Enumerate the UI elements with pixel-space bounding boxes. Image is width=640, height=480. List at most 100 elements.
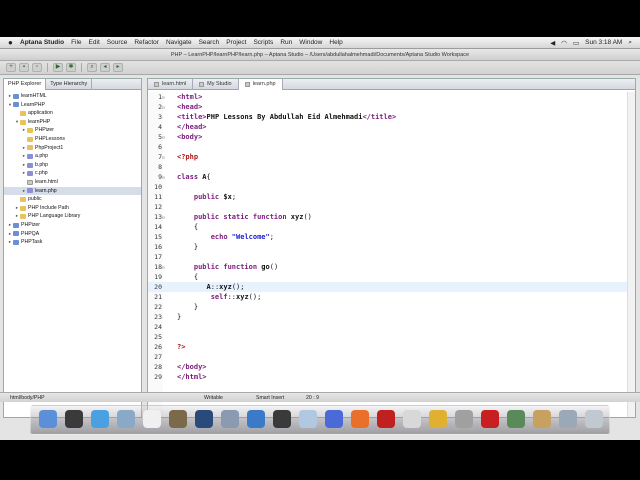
new-icon[interactable]: + xyxy=(6,63,16,72)
utilities-icon[interactable] xyxy=(221,410,239,428)
finder-icon[interactable] xyxy=(39,410,57,428)
facetime-icon[interactable] xyxy=(377,410,395,428)
tab-php-explorer[interactable]: PHP Explorer xyxy=(4,78,47,90)
preview-icon[interactable] xyxy=(299,410,317,428)
tree-item[interactable]: ▾ learnPHP xyxy=(4,118,141,127)
menubar-clock[interactable]: Sun 3:18 AM xyxy=(585,39,622,46)
apple-icon[interactable]: ● xyxy=(8,38,20,47)
tree-item[interactable]: ▸ learn.php xyxy=(4,186,141,196)
spotlight-icon[interactable]: ⌕ xyxy=(628,39,632,47)
save-icon[interactable]: ▪ xyxy=(19,63,29,72)
dashboard-icon[interactable] xyxy=(65,410,83,428)
bluetooth-icon[interactable] xyxy=(325,410,343,428)
tree-item[interactable]: ▸ PHP Include Path xyxy=(4,204,141,213)
tab-my-studio[interactable]: My Studio xyxy=(193,78,239,90)
safari-icon[interactable] xyxy=(91,410,109,428)
editor-vertical-scrollbar[interactable] xyxy=(627,92,635,417)
code-line[interactable]: 29 </html> xyxy=(148,372,635,382)
menu-file[interactable]: File xyxy=(71,39,81,46)
search-icon[interactable]: ⌕ xyxy=(87,63,97,72)
code-line[interactable]: 19 { xyxy=(148,272,635,282)
itunes-icon[interactable] xyxy=(247,410,265,428)
tree-item[interactable]: learn.html xyxy=(4,178,141,187)
tab-learn-html[interactable]: learn.html xyxy=(148,78,194,90)
menu-app-name[interactable]: Aptana Studio xyxy=(20,39,64,46)
debug-icon[interactable]: ✱ xyxy=(66,63,76,72)
trash-icon[interactable] xyxy=(585,410,603,428)
folder-icon[interactable] xyxy=(533,410,551,428)
code-line[interactable]: 9⊟ class A{ xyxy=(148,172,635,182)
code-line[interactable]: 20 A::xyz(); xyxy=(148,282,635,292)
volume-icon[interactable]: ◀ xyxy=(550,39,555,47)
tree-item[interactable]: PHPLessons xyxy=(4,135,141,144)
menu-project[interactable]: Project xyxy=(226,39,246,46)
code-line[interactable]: 11 public $x; xyxy=(148,192,635,202)
code-line[interactable]: 5⊟ <body> xyxy=(148,132,635,142)
tree-item[interactable]: application xyxy=(4,109,141,118)
menu-refactor[interactable]: Refactor xyxy=(134,39,159,46)
code-line[interactable]: 16 } xyxy=(148,242,635,252)
code-line[interactable]: 3 <title>PHP Lessons By Abdullah Eid Alme… xyxy=(148,112,635,122)
app-icon[interactable] xyxy=(507,410,525,428)
print-icon[interactable]: ▫ xyxy=(32,63,42,72)
code-line[interactable]: 14 { xyxy=(148,222,635,232)
code-line[interactable]: 13⊟ public static function xyz() xyxy=(148,212,635,222)
tree-item[interactable]: ▸ PHPTask xyxy=(4,238,141,247)
tree-item[interactable]: ▾ LearnPHP xyxy=(4,101,141,110)
tab-learn-php[interactable]: learn.php xyxy=(238,78,283,90)
run-icon[interactable]: ▶ xyxy=(53,63,63,72)
menu-source[interactable]: Source xyxy=(107,39,128,46)
menu-edit[interactable]: Edit xyxy=(89,39,100,46)
code-line[interactable]: 7⊟ <?php xyxy=(148,152,635,162)
wifi-icon[interactable]: ◠ xyxy=(561,39,567,47)
code-line[interactable]: 18⊟ public function go() xyxy=(148,262,635,272)
keychain-icon[interactable] xyxy=(403,410,421,428)
code-line[interactable]: 6 xyxy=(148,142,635,152)
code-line[interactable]: 28 </body> xyxy=(148,362,635,372)
menu-window[interactable]: Window xyxy=(299,39,322,46)
calendar-icon[interactable] xyxy=(143,410,161,428)
code-line[interactable]: 12 xyxy=(148,202,635,212)
tree-item[interactable]: ▸ PHPizer xyxy=(4,126,141,135)
tree-item[interactable]: ▸ PHPizer xyxy=(4,221,141,230)
chrome-icon[interactable] xyxy=(429,410,447,428)
tree-item[interactable]: ▸ c.php xyxy=(4,169,141,178)
code-line[interactable]: 23} xyxy=(148,312,635,322)
code-line[interactable]: 22 } xyxy=(148,302,635,312)
code-line[interactable]: 17 xyxy=(148,252,635,262)
tree-item[interactable]: ▸ PHP Language Library xyxy=(4,212,141,221)
code-line[interactable]: 4 </head> xyxy=(148,122,635,132)
code-line[interactable]: 10 xyxy=(148,182,635,192)
tab-type-hierarchy[interactable]: Type Hierarchy xyxy=(46,78,93,90)
mail-icon[interactable] xyxy=(117,410,135,428)
back-icon[interactable]: ◂ xyxy=(100,63,110,72)
menu-search[interactable]: Search xyxy=(199,39,220,46)
filezilla-icon[interactable] xyxy=(481,410,499,428)
menu-help[interactable]: Help xyxy=(329,39,342,46)
code-line[interactable]: 26 ?> xyxy=(148,342,635,352)
documents-icon[interactable] xyxy=(559,410,577,428)
code-line[interactable]: 27 xyxy=(148,352,635,362)
photo-icon[interactable] xyxy=(169,410,187,428)
menu-scripts[interactable]: Scripts xyxy=(253,39,273,46)
tree-item[interactable]: ▸ PhpProject1 xyxy=(4,144,141,153)
code-line[interactable]: 24 xyxy=(148,322,635,332)
code-area[interactable]: 1⊟ <html> 2⊟ <head> 3 <title>PHP Lessons By A… xyxy=(148,92,635,417)
code-line[interactable]: 25 xyxy=(148,332,635,342)
menu-navigate[interactable]: Navigate xyxy=(166,39,192,46)
menu-run[interactable]: Run xyxy=(280,39,292,46)
forward-icon[interactable]: ▸ xyxy=(113,63,123,72)
tree-item[interactable]: ▸ b.php xyxy=(4,161,141,170)
battery-icon[interactable]: ▭ xyxy=(573,39,579,47)
tree-item[interactable]: ▸ PHPQA xyxy=(4,230,141,239)
code-line[interactable]: 2⊟ <head> xyxy=(148,102,635,112)
script-icon[interactable] xyxy=(455,410,473,428)
code-line[interactable]: 1⊟ <html> xyxy=(148,92,635,102)
code-line[interactable]: 21 self::xyz(); xyxy=(148,292,635,302)
tree-item[interactable]: ▸ a.php xyxy=(4,152,141,161)
chess-icon[interactable] xyxy=(195,410,213,428)
tree-item[interactable]: public xyxy=(4,195,141,204)
code-line[interactable]: 8 xyxy=(148,162,635,172)
code-line[interactable]: 15 echo "Welcome"; xyxy=(148,232,635,242)
aptana-icon[interactable] xyxy=(273,410,291,428)
